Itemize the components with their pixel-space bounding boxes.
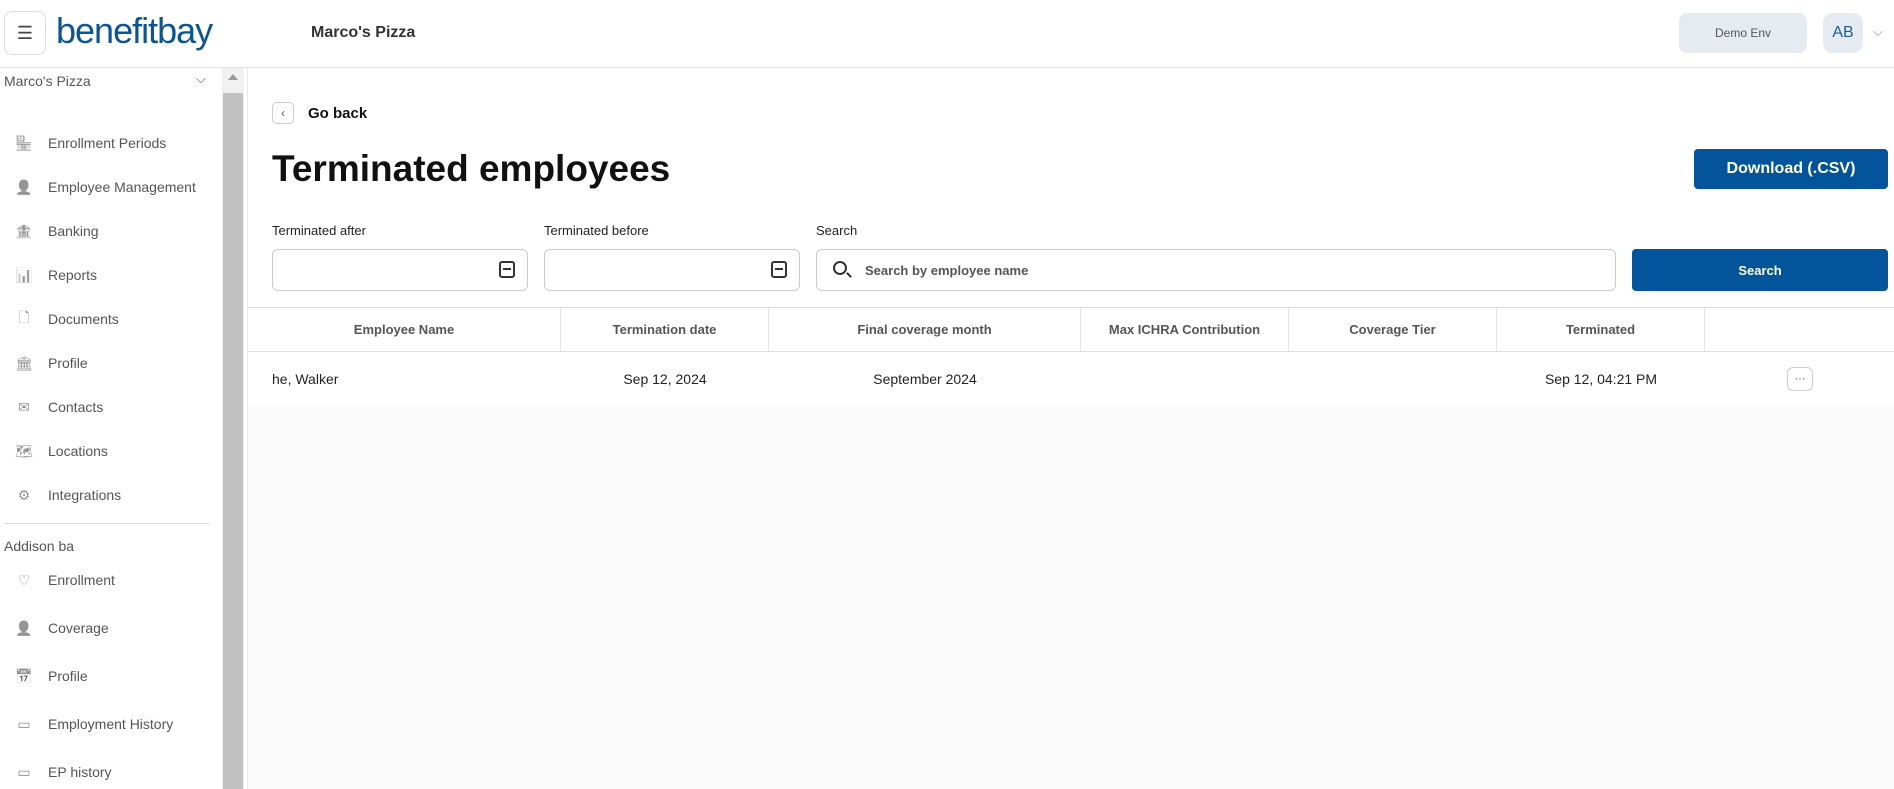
- sidebar-item-employment-history[interactable]: ▭ Employment History: [12, 712, 173, 736]
- user-heart-icon: 👤: [15, 619, 33, 636]
- integrations-icon: ⚙: [17, 486, 31, 503]
- sidebar-item-label: Enrollment: [48, 572, 115, 588]
- hamburger-icon: ☰: [16, 22, 34, 43]
- sidebar-item-label: EP history: [48, 764, 112, 780]
- sidebar-item-employee-management[interactable]: 👤 Employee Management: [12, 175, 196, 199]
- scroll-up-icon[interactable]: [228, 74, 238, 80]
- environment-badge[interactable]: Demo Env: [1679, 13, 1807, 53]
- go-back-link[interactable]: Go back: [308, 105, 367, 122]
- sidebar: Marco's Pizza ⌵ 🏪 Enrollment Periods 👤 Empl…: [0, 68, 222, 789]
- table-cell: September 2024: [873, 370, 977, 387]
- table-body: he, Walker Sep 12, 2024 September 2024 Sep …: [248, 352, 1894, 789]
- table-cell: Sep 12, 2024: [623, 370, 707, 387]
- sidebar-item-label: Profile: [48, 668, 88, 684]
- terminated-after-label: Terminated after: [272, 223, 366, 238]
- table-cell: [1289, 352, 1497, 405]
- back-button[interactable]: ‹: [272, 102, 294, 124]
- store-icon: 🏪: [15, 134, 33, 151]
- sidebar-item-profile[interactable]: 🏛 Profile: [12, 351, 88, 375]
- company-name: Marco's Pizza: [311, 24, 416, 41]
- sidebar-item-label: Contacts: [48, 399, 104, 415]
- terminated-before-label: Terminated before: [544, 223, 649, 238]
- calendar-icon: ▭: [17, 763, 31, 780]
- column-header[interactable]: [1705, 308, 1894, 351]
- document-icon: 🗋: [18, 309, 30, 325]
- mail-icon: ✉: [18, 398, 30, 415]
- sidebar-item-label: Employment History: [48, 716, 174, 732]
- column-header[interactable]: Terminated: [1497, 308, 1705, 351]
- sidebar-item-enrollment[interactable]: ♡ Enrollment: [12, 568, 115, 592]
- sidebar-item-label: Employee Management: [48, 179, 196, 195]
- table-header: Employee Name Termination date Final cover…: [248, 307, 1894, 352]
- user-group-header: Addison ba: [4, 538, 75, 554]
- sidebar-item-enrollment-periods[interactable]: 🏪 Enrollment Periods: [12, 131, 166, 155]
- column-header[interactable]: Coverage Tier: [1289, 308, 1497, 351]
- sidebar-item-label: Integrations: [48, 487, 122, 503]
- calendar-icon[interactable]: [499, 261, 515, 278]
- chevron-down-icon[interactable]: ⌵: [1873, 24, 1883, 40]
- building-icon: 🏛: [15, 354, 33, 371]
- logo[interactable]: benefitbay: [56, 10, 213, 52]
- terminated-before-input[interactable]: [544, 249, 800, 291]
- chevron-down-icon[interactable]: ⌵: [196, 71, 206, 87]
- sidebar-item-locations[interactable]: 🗺 Locations: [12, 439, 108, 463]
- page-title: Terminated employees: [272, 148, 671, 189]
- sidebar-item-profile[interactable]: 📅 Profile: [12, 664, 88, 688]
- sidebar-item-label: Profile: [48, 355, 88, 371]
- sidebar-item-label: Locations: [48, 443, 108, 459]
- sidebar-item-label: Enrollment Periods: [48, 135, 167, 151]
- chevron-left-icon: ‹: [281, 106, 285, 120]
- more-actions-button[interactable]: ···: [1787, 366, 1813, 391]
- top-header: ☰ benefitbay Marco's Pizza Demo Env AB ⌵: [0, 0, 1894, 68]
- table-cell: [1081, 352, 1289, 405]
- sidebar-item-contacts[interactable]: ✉ Contacts: [12, 395, 103, 419]
- sidebar-item-coverage[interactable]: 👤 Coverage: [12, 616, 109, 640]
- map-icon: 🗺: [15, 442, 33, 459]
- column-header[interactable]: Max ICHRA Contribution: [1081, 308, 1289, 351]
- table-cell: he, Walker: [272, 370, 339, 387]
- main-content: ‹ Go back Terminated employees Download …: [247, 68, 1894, 789]
- search-placeholder: Search by employee name: [865, 263, 1029, 278]
- report-icon: 📊: [15, 266, 33, 283]
- table-cell: Sep 12, 04:21 PM: [1544, 370, 1658, 387]
- calendar-icon[interactable]: [771, 261, 787, 278]
- column-header[interactable]: Employee Name: [248, 308, 561, 351]
- search-input[interactable]: Search by employee name: [816, 249, 1616, 291]
- table-row[interactable]: he, Walker Sep 12, 2024 September 2024 Sep …: [248, 352, 1894, 405]
- sidebar-item-label: Banking: [48, 223, 99, 239]
- profile-calendar-icon: 📅: [15, 667, 33, 684]
- sidebar-item-label: Documents: [48, 311, 119, 327]
- sidebar-item-reports[interactable]: 📊 Reports: [12, 263, 97, 287]
- sidebar-item-integrations[interactable]: ⚙ Integrations: [12, 483, 121, 507]
- sidebar-item-label: Reports: [48, 267, 98, 283]
- bank-icon: 🏦: [15, 222, 33, 239]
- sidebar-scrollbar[interactable]: [222, 68, 244, 789]
- scrollbar-thumb[interactable]: [223, 93, 243, 789]
- calendar-icon: ▭: [17, 715, 31, 732]
- terminated-after-input[interactable]: [272, 249, 528, 291]
- sidebar-item-label: Coverage: [48, 620, 109, 636]
- avatar[interactable]: AB: [1823, 13, 1863, 53]
- divider: [4, 523, 210, 524]
- column-header[interactable]: Termination date: [561, 308, 769, 351]
- user-gear-icon: 👤: [15, 178, 33, 195]
- sidebar-item-banking[interactable]: 🏦 Banking: [12, 219, 99, 243]
- menu-button[interactable]: ☰: [4, 11, 46, 55]
- heart-icon: ♡: [17, 571, 31, 588]
- download-csv-button[interactable]: Download (.CSV): [1694, 149, 1888, 189]
- company-group-header[interactable]: Marco's Pizza: [4, 73, 91, 89]
- search-label: Search: [816, 223, 858, 238]
- sidebar-item-documents[interactable]: 🗋 Documents: [12, 307, 119, 331]
- search-icon: [833, 261, 847, 275]
- sidebar-item-ep-history[interactable]: ▭ EP history: [12, 760, 112, 784]
- search-button[interactable]: Search: [1632, 249, 1888, 291]
- column-header[interactable]: Final coverage month: [769, 308, 1081, 351]
